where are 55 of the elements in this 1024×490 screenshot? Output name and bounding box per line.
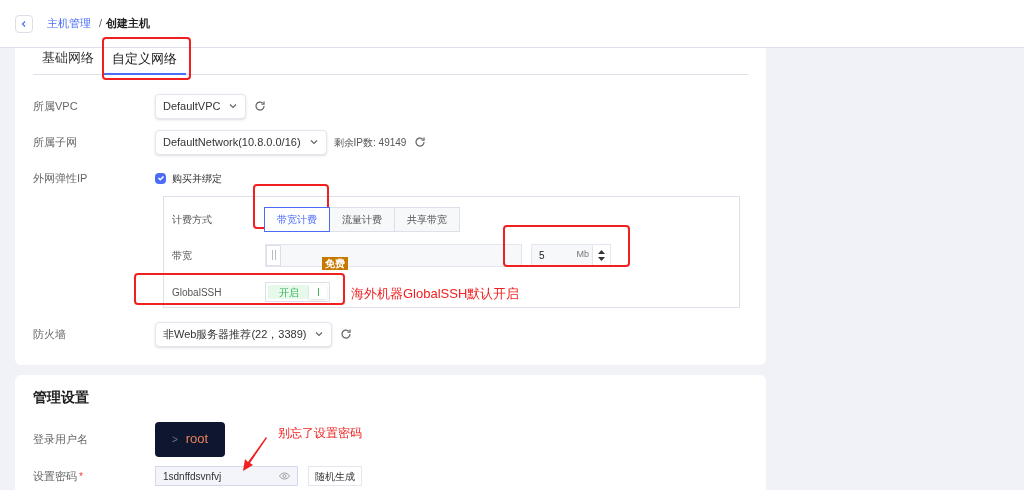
chevron-down-icon [228,101,239,111]
billing-option[interactable]: 带宽计费 [264,207,330,232]
chevron-down-icon [314,329,325,339]
switch-knob [309,285,327,299]
check-icon [156,174,165,182]
field-label: 外网弹性IP [33,170,89,186]
spinner[interactable] [592,244,610,266]
random-generate-button[interactable]: 随机生成 [308,466,362,486]
password-value: 1sdnffdsvnfvj [163,469,222,484]
select-value: DefaultNetwork(10.8.0.0/16) [163,134,301,150]
chevron-left-icon [20,19,28,28]
caret-down-icon[interactable] [598,256,605,261]
refresh-icon[interactable] [414,136,427,148]
section-title: 管理设置 [33,388,90,407]
field-label: 带宽 [172,248,193,263]
required-mark: * [79,469,83,484]
refresh-icon[interactable] [340,328,353,340]
page-title: 创建主机 [106,16,151,32]
select-field[interactable]: 非Web服务器推荐(22，3389) [155,321,333,347]
annotation-arrow [240,436,268,472]
annotation-text: 海外机器GlobalSSH默认开启 [351,285,520,303]
annotation-text: 别忘了设置密码 [278,425,362,442]
free-badge: 免费 [322,257,348,270]
select-value: 非Web服务器推荐(22，3389) [163,326,307,342]
field-label: 所属子网 [33,134,78,150]
breadcrumb-link[interactable]: 主机管理 [47,15,91,32]
field-label: GlobalSSH [172,285,223,300]
caret-up-icon[interactable] [598,249,605,254]
checkbox-label: 购买并绑定 [172,171,222,186]
breadcrumb-separator: / [99,16,103,32]
billing-option[interactable]: 流量计费 [329,207,395,232]
chevron-down-icon [308,137,319,147]
switch-label: 开启 [268,285,309,299]
checkbox[interactable] [155,172,166,184]
unit-label: Mb [576,248,589,262]
tab[interactable]: 基础网络 [33,47,103,74]
select-value: DefaultVPC [163,98,221,114]
tab[interactable]: 自定义网络 [103,48,186,75]
billing-option[interactable]: 共享带宽 [394,207,460,232]
field-label: 计费方式 [172,213,213,227]
prompt-symbol: > [171,432,178,447]
field-label: 所属VPC [33,98,79,114]
select-field[interactable]: DefaultVPC [155,93,247,119]
password-field[interactable]: 1sdnffdsvnfvj [155,466,298,486]
username-text: root [185,430,209,449]
field-label: 设置密码 [33,468,77,484]
input-value: 5 [539,248,545,263]
back-button[interactable] [15,14,33,33]
refresh-icon[interactable] [254,100,267,112]
slider-handle[interactable] [266,244,281,266]
select-field[interactable]: DefaultNetwork(10.8.0.0/16) [155,129,327,155]
field-label: 防火墙 [33,326,67,342]
field-label: 登录用户名 [33,431,89,447]
remaining-ip-text: 剩余IP数: 49149 [333,135,407,150]
bandwidth-input[interactable]: 5 Mb [531,243,611,267]
